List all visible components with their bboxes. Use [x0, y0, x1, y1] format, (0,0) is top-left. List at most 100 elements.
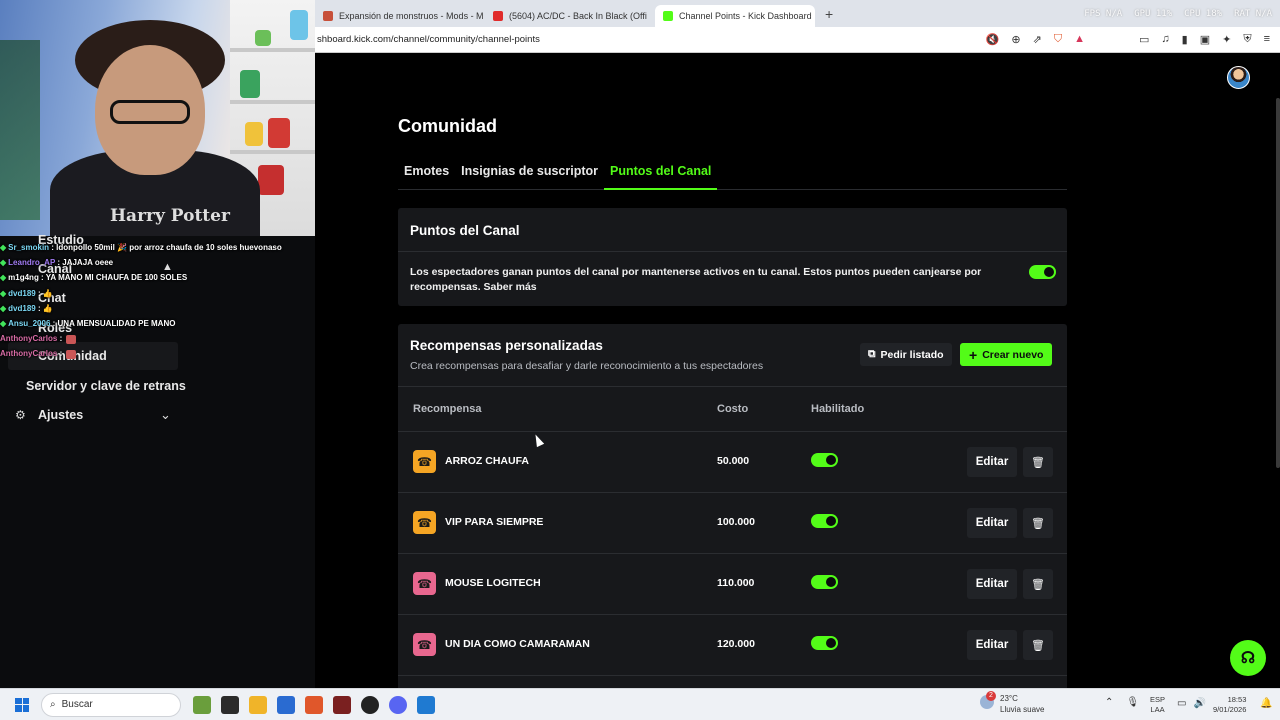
channel-points-title: Puntos del Canal	[398, 208, 1067, 252]
badge-icon: ◆	[0, 243, 7, 252]
trash-icon[interactable]: 🗑	[1023, 569, 1053, 599]
widget-icon[interactable]	[193, 695, 211, 714]
url-text[interactable]: shboard.kick.com/channel/community/chann…	[315, 34, 540, 45]
reward-name: VIP PARA SIEMPRE	[445, 516, 544, 528]
menu-icon[interactable]: ≡	[1264, 33, 1270, 46]
edit-button[interactable]: Editar	[967, 447, 1017, 477]
chat-username[interactable]: dvd189	[8, 289, 36, 298]
vpn-icon[interactable]: ⛨	[1243, 33, 1251, 46]
panel-icon[interactable]: ▮	[1182, 33, 1188, 46]
chat-separator: :	[35, 303, 43, 313]
chat-message: AnthonyCarlos :	[0, 331, 315, 346]
chat-username[interactable]: Sr_smokin	[8, 243, 49, 252]
reward-icon: ☎	[413, 450, 436, 473]
zoom-icon[interactable]: ⊕	[1011, 33, 1020, 46]
weather-widget[interactable]: 2 23°C Lluvia suave	[980, 691, 1045, 715]
obs-icon[interactable]	[361, 695, 379, 714]
windows-start-icon[interactable]	[15, 697, 29, 712]
chat-overlay: ◆ Sr_smokin : ldonpollo 50mil 🎉 por arroz…	[0, 240, 315, 362]
language-indicator[interactable]: ESP LAA	[1150, 695, 1165, 715]
sidebar-item-ajustes[interactable]: Ajustes	[38, 408, 83, 422]
chat-username[interactable]: AnthonyCarlos	[0, 349, 57, 358]
microphone-icon[interactable]: 🎙	[1126, 697, 1139, 708]
speaker-icon[interactable]: 🔊	[1193, 698, 1205, 709]
create-new-button[interactable]: + Crear nuevo	[960, 343, 1053, 366]
notification-icon[interactable]: 🔔	[1260, 698, 1272, 709]
taskbar-search[interactable]: ⌕ Buscar	[41, 692, 181, 717]
brave-shield-icon[interactable]: ⛉	[1054, 33, 1062, 46]
edit-button[interactable]: Editar	[967, 569, 1017, 599]
taskbar-apps	[193, 695, 435, 714]
webcam-overlay: Harry Potter	[0, 0, 315, 236]
discord-icon[interactable]	[389, 695, 407, 714]
search-placeholder: Buscar	[61, 699, 93, 710]
badge-icon: ◆	[0, 303, 7, 313]
chat-username[interactable]: Leandro_AP	[8, 258, 55, 267]
weather-temp: 23°C	[1000, 694, 1018, 703]
reward-icon: ☎	[413, 511, 436, 534]
lang-bottom: LAA	[1150, 705, 1165, 714]
help-chat-icon[interactable]: ☊	[1230, 640, 1266, 676]
chat-message: ◆ Sr_smokin : ldonpollo 50mil 🎉 por arroz…	[0, 240, 315, 255]
chat-message: ◆ dvd189 : 👍	[0, 286, 315, 301]
tab-subscriber-badges[interactable]: Insignias de suscriptor	[455, 155, 604, 190]
chat-text: UNA MENSUALIDAD PE MANO	[57, 319, 176, 329]
chat-text: YA MANO MI CHAUFA DE 100 SOLES	[45, 273, 188, 283]
chat-username[interactable]: m1g4ng	[8, 273, 39, 282]
chat-message: AnthonyCarlos :	[0, 346, 315, 361]
wallet-icon[interactable]: ▣	[1200, 33, 1210, 46]
channel-points-toggle[interactable]	[1029, 265, 1056, 279]
reward-cost: 50.000	[717, 455, 750, 467]
trash-icon[interactable]: 🗑	[1023, 447, 1053, 477]
store-icon[interactable]	[277, 695, 295, 714]
reward-enabled-toggle[interactable]	[811, 636, 838, 650]
avatar[interactable]	[1227, 66, 1250, 89]
chat-username[interactable]: Ansu_2006	[8, 319, 50, 328]
chevron-up-icon[interactable]: ⌃	[1105, 697, 1113, 708]
reward-icon: ☎	[413, 633, 436, 656]
chat-username[interactable]: AnthonyCarlos	[0, 334, 57, 343]
chat-text: 👍	[42, 288, 53, 298]
address-bar[interactable]: shboard.kick.com/channel/community/chann…	[315, 27, 1280, 53]
shelf-line	[230, 100, 315, 104]
mute-icon[interactable]: 🔇	[986, 33, 1000, 46]
reward-enabled-toggle[interactable]	[811, 514, 838, 528]
shelf-line	[230, 150, 315, 154]
notepad-icon[interactable]	[417, 695, 435, 714]
share-icon[interactable]: ⇗	[1033, 33, 1042, 46]
chat-username[interactable]: dvd189	[8, 304, 36, 313]
column-reward: Recompensa	[413, 403, 482, 415]
leo-icon[interactable]: ✦	[1222, 33, 1231, 46]
sidebar-toggle-icon[interactable]: ▭	[1139, 33, 1149, 46]
scrollbar[interactable]	[1276, 98, 1280, 468]
chevron-down-icon[interactable]: ⌄	[160, 407, 171, 423]
reward-enabled-toggle[interactable]	[811, 453, 838, 467]
request-list-button[interactable]: ⧉ Pedir listado	[860, 343, 952, 366]
tab-favicon-icon	[323, 11, 333, 21]
app-icon[interactable]	[333, 695, 351, 714]
tab-channel-points[interactable]: Puntos del Canal	[604, 155, 718, 190]
plus-icon: +	[969, 346, 978, 363]
new-tab-button[interactable]: +	[825, 6, 833, 22]
tree-decoration	[0, 40, 40, 220]
chat-text: ldonpollo 50mil 🎉 por arroz chaufa de 10…	[56, 243, 282, 252]
file-explorer-icon[interactable]	[249, 695, 267, 714]
brave-icon[interactable]	[305, 695, 323, 714]
sidebar-item-servidor[interactable]: Servidor y clave de retrans	[26, 379, 186, 393]
music-icon[interactable]: ♫	[1161, 33, 1169, 46]
weather-desc: Lluvia suave	[1000, 705, 1045, 714]
rat-stat: RAT N/A	[1234, 8, 1272, 19]
task-view-icon[interactable]	[221, 695, 239, 714]
brave-rewards-icon[interactable]: ▲	[1074, 33, 1085, 46]
edit-button[interactable]: Editar	[967, 630, 1017, 660]
network-icon[interactable]: ▭	[1177, 698, 1186, 709]
trash-icon[interactable]: 🗑	[1023, 508, 1053, 538]
browser-tab[interactable]: Expansión de monstruos - Mods - M	[315, 5, 485, 27]
trash-icon[interactable]: 🗑	[1023, 630, 1053, 660]
browser-tab-active[interactable]: Channel Points - Kick Dashboard ✕	[655, 5, 815, 27]
browser-tab[interactable]: (5604) AC/DC - Back In Black (Offi	[485, 5, 655, 27]
clock[interactable]: 18:53 9/01/2026	[1213, 695, 1246, 715]
reward-enabled-toggle[interactable]	[811, 575, 838, 589]
tab-emotes[interactable]: Emotes	[398, 155, 455, 190]
edit-button[interactable]: Editar	[967, 508, 1017, 538]
